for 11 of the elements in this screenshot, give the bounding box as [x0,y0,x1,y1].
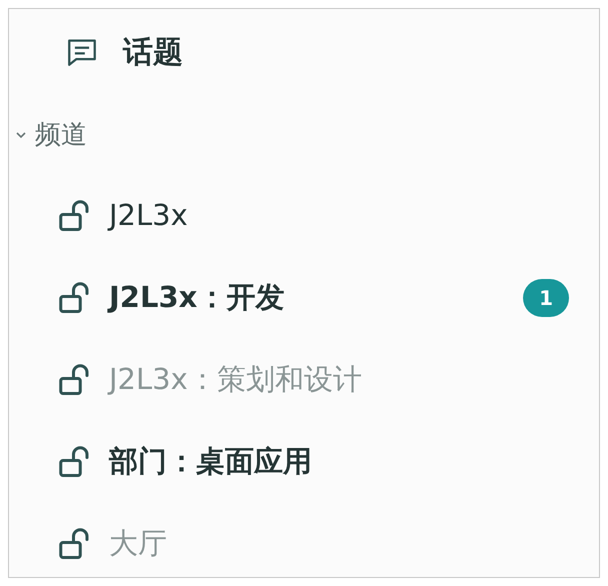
channel-name: J2L3x：策划和设计 [109,361,362,398]
section-header[interactable]: 频道 [35,116,87,154]
channel-name: J2L3x：开发 [109,279,284,316]
channel-name: 部门：桌面应用 [109,443,312,480]
channel-item[interactable]: J2L3x [9,175,599,257]
topics-link[interactable]: 话题 [123,30,183,74]
unread-count-badge: 1 [523,279,569,317]
channel-item[interactable]: 部门：桌面应用 [9,421,599,503]
channel-item[interactable]: J2L3x：开发 1 [9,257,599,339]
channel-name: J2L3x [109,197,188,234]
channel-name: 大厅 [109,525,167,562]
